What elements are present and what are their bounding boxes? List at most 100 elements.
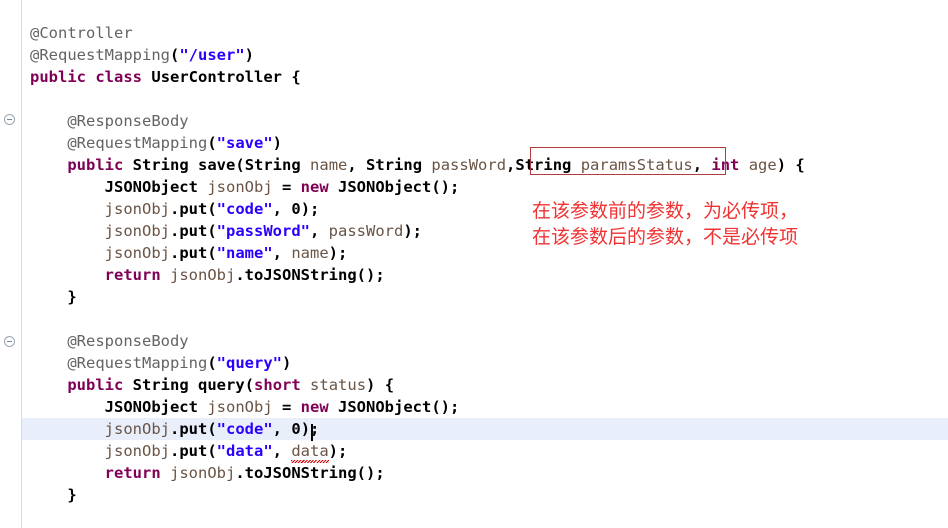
code-token: put bbox=[179, 420, 208, 438]
annotation-note: 在该参数前的参数，为必传项， 在该参数后的参数，不是必传项 bbox=[532, 198, 798, 250]
param-highlight-box bbox=[530, 147, 726, 175]
code-token: = bbox=[272, 178, 301, 196]
code-token: ( bbox=[207, 354, 217, 372]
code-token: query bbox=[198, 376, 245, 394]
code-token: . bbox=[169, 200, 180, 218]
code-line[interactable]: @RequestMapping("/user") bbox=[22, 44, 254, 66]
code-token: ( bbox=[169, 46, 180, 64]
code-line[interactable]: return jsonObj.toJSONString(); bbox=[22, 462, 385, 484]
code-token: ( bbox=[207, 244, 217, 262]
code-token: put bbox=[179, 222, 208, 240]
code-line[interactable]: @ResponseBody bbox=[22, 110, 188, 132]
code-token: ( bbox=[207, 420, 217, 438]
code-token: (); bbox=[356, 266, 385, 284]
code-token: public bbox=[30, 68, 86, 86]
code-token: ( bbox=[207, 200, 217, 218]
code-line[interactable]: jsonObj.put("name", name); bbox=[22, 242, 348, 264]
code-token: ); bbox=[328, 442, 348, 460]
code-token: @RequestMapping bbox=[30, 354, 208, 372]
text-caret bbox=[311, 424, 313, 441]
code-token: String bbox=[366, 156, 423, 174]
code-token: , bbox=[272, 244, 292, 262]
code-line[interactable]: return jsonObj.toJSONString(); bbox=[22, 264, 385, 286]
code-token: ) { bbox=[776, 156, 805, 174]
code-token: jsonObj bbox=[170, 266, 236, 284]
code-token: = bbox=[272, 398, 301, 416]
code-line[interactable]: JSONObject jsonObj = new JSONObject(); bbox=[22, 396, 460, 418]
code-token: @RequestMapping bbox=[30, 46, 170, 64]
code-token: status bbox=[310, 376, 367, 394]
code-token: } bbox=[30, 486, 77, 504]
code-token: "code" bbox=[216, 200, 273, 218]
code-line[interactable]: @RequestMapping("query") bbox=[22, 352, 291, 374]
code-line[interactable]: jsonObj.put("code", 0); bbox=[22, 198, 320, 220]
code-token: "/user" bbox=[179, 46, 245, 64]
code-token: put bbox=[179, 442, 208, 460]
code-token: @Controller bbox=[30, 24, 133, 42]
code-line[interactable]: } bbox=[22, 286, 76, 308]
code-line[interactable]: jsonObj.put("passWord", passWord); bbox=[22, 220, 422, 242]
code-token: JSONObject bbox=[338, 178, 432, 196]
fold-marker-save-method[interactable] bbox=[4, 114, 15, 125]
code-line-text: public class UserController { bbox=[22, 66, 301, 88]
code-token: new bbox=[300, 398, 329, 416]
code-line-text: jsonObj.put("data", data); bbox=[22, 440, 348, 463]
code-token: { bbox=[282, 68, 301, 86]
code-token: ); bbox=[328, 244, 348, 262]
code-token: ) bbox=[281, 354, 292, 372]
code-token: toJSONString bbox=[244, 464, 357, 482]
code-line[interactable]: public String query(short status) { bbox=[22, 374, 394, 396]
code-token: "code" bbox=[216, 420, 273, 438]
code-line[interactable] bbox=[22, 308, 30, 330]
code-line[interactable]: JSONObject jsonObj = new JSONObject(); bbox=[22, 176, 460, 198]
code-token: . bbox=[169, 442, 180, 460]
code-token: , bbox=[272, 200, 292, 218]
code-line[interactable]: jsonObj.put("data", data); bbox=[22, 440, 348, 463]
code-area[interactable]: @Controller @RequestMapping("/user") publi… bbox=[22, 0, 948, 528]
code-token: short bbox=[254, 376, 301, 394]
code-token: public bbox=[67, 376, 124, 394]
code-line[interactable]: @Controller bbox=[22, 22, 133, 44]
code-line[interactable]: } bbox=[22, 484, 77, 506]
code-token: JSONObject bbox=[104, 178, 198, 196]
code-line-text: @ResponseBody bbox=[22, 110, 188, 132]
fold-marker-query-method[interactable] bbox=[4, 336, 15, 347]
code-token: . bbox=[169, 420, 180, 438]
code-line[interactable]: public class UserController { bbox=[22, 66, 301, 88]
code-token: . bbox=[235, 464, 245, 482]
code-token: "data" bbox=[216, 442, 273, 460]
code-line-text: return jsonObj.toJSONString(); bbox=[22, 462, 385, 484]
code-token: , bbox=[347, 156, 367, 174]
code-token: return bbox=[104, 266, 161, 284]
code-line-text: public String query(short status) { bbox=[22, 374, 394, 396]
code-token: jsonObj bbox=[104, 244, 170, 262]
code-line[interactable]: jsonObj.put("code", 0); bbox=[22, 418, 320, 440]
code-token: . bbox=[235, 266, 245, 284]
code-token: ) bbox=[272, 134, 282, 152]
code-line-text: JSONObject jsonObj = new JSONObject(); bbox=[22, 176, 460, 198]
code-line[interactable] bbox=[22, 88, 30, 110]
code-token: "save" bbox=[216, 134, 273, 152]
code-token: (); bbox=[431, 398, 460, 416]
code-token: ) bbox=[244, 46, 254, 64]
code-token: JSONObject bbox=[104, 398, 198, 416]
code-line-text: @RequestMapping("save") bbox=[22, 132, 282, 154]
editor-gutter bbox=[0, 0, 22, 528]
code-line[interactable]: @ResponseBody bbox=[22, 330, 188, 352]
code-line[interactable]: @RequestMapping("save") bbox=[22, 132, 282, 154]
code-token: , bbox=[272, 420, 292, 438]
annotation-note-line: 在该参数后的参数，不是必传项 bbox=[532, 226, 799, 248]
code-line-text: jsonObj.put("code", 0); bbox=[22, 418, 320, 440]
code-line-text: return jsonObj.toJSONString(); bbox=[22, 264, 385, 286]
code-token: ( bbox=[207, 134, 217, 152]
code-token: "passWord" bbox=[216, 222, 310, 240]
